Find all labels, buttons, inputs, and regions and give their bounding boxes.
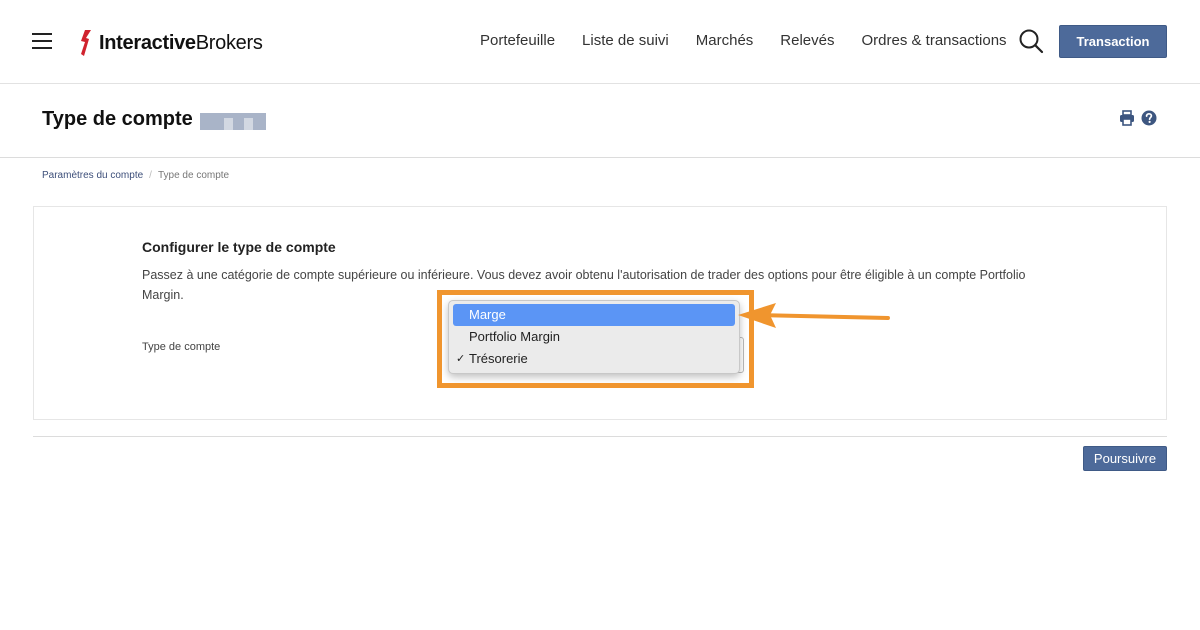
main-nav: Portefeuille Liste de suivi Marchés Rele…: [480, 30, 1034, 50]
annotation-arrow-icon: [738, 303, 890, 328]
hamburger-menu-icon[interactable]: [32, 33, 52, 49]
ib-logo-mark-icon: [81, 30, 91, 56]
nav-releves[interactable]: Relevés: [780, 32, 834, 49]
account-id-redacted: [200, 113, 266, 130]
nav-marches[interactable]: Marchés: [696, 32, 754, 49]
page-title: Type de compte: [42, 108, 193, 130]
transaction-button[interactable]: Transaction: [1059, 25, 1167, 58]
continue-button[interactable]: Poursuivre: [1083, 446, 1167, 471]
nav-ordres-transactions[interactable]: Ordres & transactions: [862, 32, 1007, 49]
logo-text: InteractiveBrokers: [99, 31, 263, 54]
breadcrumb: Paramètres du compte / Type de compte: [42, 170, 229, 181]
footer-divider: [33, 436, 1167, 437]
ib-logo[interactable]: InteractiveBrokers: [80, 28, 263, 58]
annotation-highlight-box: [437, 290, 754, 388]
breadcrumb-parent-link[interactable]: Paramètres du compte: [42, 170, 143, 181]
search-icon[interactable]: [1018, 28, 1044, 54]
nav-liste-de-suivi[interactable]: Liste de suivi: [582, 32, 669, 49]
breadcrumb-current: Type de compte: [157, 170, 230, 181]
print-icon[interactable]: [1119, 110, 1135, 126]
top-navigation-bar: InteractiveBrokers Portefeuille Liste de…: [0, 0, 1200, 84]
breadcrumb-separator: /: [149, 170, 152, 181]
help-icon[interactable]: [1141, 110, 1157, 126]
section-title: Configurer le type de compte: [142, 239, 336, 255]
page-header: Type de compte: [0, 84, 1200, 158]
account-type-label: Type de compte: [142, 341, 221, 353]
nav-portefeuille[interactable]: Portefeuille: [480, 32, 555, 49]
